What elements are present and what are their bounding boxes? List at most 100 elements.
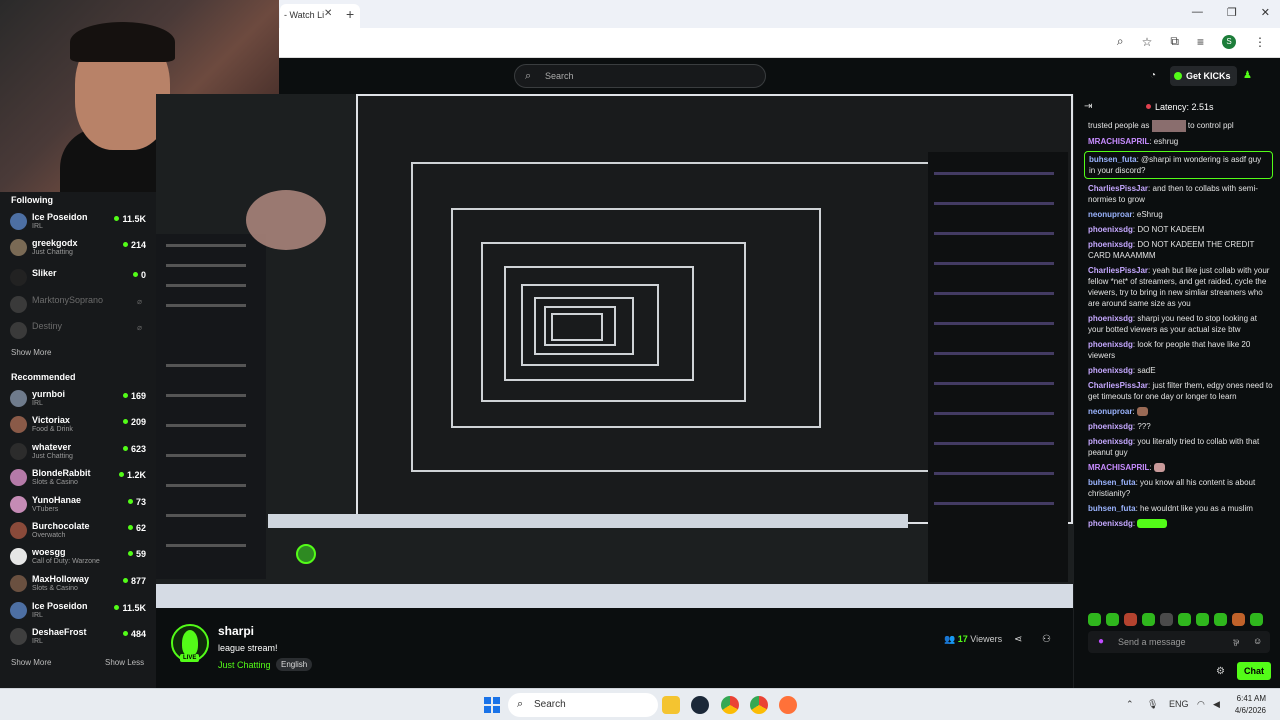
chat-username[interactable]: phoenixsdg	[1088, 225, 1133, 234]
search-input[interactable]: ⌕ Search	[514, 64, 766, 88]
language-tag[interactable]: English	[276, 658, 313, 671]
show-more-following-link[interactable]: Show More	[11, 348, 51, 357]
volume-icon[interactable]: ◀	[1213, 699, 1220, 710]
stream-title: league stream!	[218, 643, 278, 653]
chat-settings-gear-icon[interactable]: ⚙	[1216, 666, 1225, 677]
chat-username[interactable]: MRACHISAPRIL	[1088, 463, 1149, 472]
sidebar-item-following-offline[interactable]: Destiny ⌀	[8, 319, 148, 345]
chat-username[interactable]: CharliesPissJar	[1088, 381, 1148, 390]
new-tab-icon[interactable]: +	[346, 6, 354, 22]
tray-chevron-icon[interactable]: ⌃	[1126, 699, 1134, 710]
chrome-icon[interactable]	[721, 696, 739, 714]
sidebar-item-recommended[interactable]: Ice Poseidon IRL 11.5K	[8, 599, 148, 625]
video-player[interactable]	[156, 94, 1073, 608]
tab-close-icon[interactable]: ✕	[324, 8, 332, 19]
chat-username[interactable]: phoenixsdg	[1088, 240, 1133, 249]
follow-icon[interactable]: ⚇	[1042, 634, 1051, 645]
mic-icon[interactable]: ●	[1098, 636, 1104, 647]
chat-username[interactable]: buhsen_futa	[1089, 155, 1137, 164]
chat-username[interactable]: phoenixsdg	[1088, 519, 1133, 528]
media-icon[interactable]: ≡	[1197, 35, 1204, 49]
emote-icon[interactable]	[1106, 613, 1119, 626]
share-icon[interactable]: ⋖	[1014, 634, 1022, 645]
sidebar-item-recommended[interactable]: Victoriax Food & Drink 209	[8, 413, 148, 439]
latency-text: Latency: 2.51s	[1155, 102, 1214, 112]
sidebar-item-recommended[interactable]: YunoHanae VTubers 73	[8, 493, 148, 519]
emote-icon[interactable]	[1196, 613, 1209, 626]
wifi-icon[interactable]: ◠	[1197, 699, 1205, 710]
emoji-picker-icon[interactable]: ☺	[1253, 636, 1262, 646]
sidebar-item-following-offline[interactable]: MarktonySoprano ⌀	[8, 293, 148, 319]
message-text: : eShrug	[1132, 210, 1163, 219]
sidebar-item-recommended[interactable]: DeshaeFrost IRL 484	[8, 625, 148, 651]
emote-icon[interactable]	[1142, 613, 1155, 626]
category-link[interactable]: Just Chatting	[218, 660, 271, 670]
chat-username[interactable]: CharliesPissJar	[1088, 184, 1148, 193]
commands-icon[interactable]: ⅌	[1233, 636, 1239, 649]
chat-username[interactable]: phoenixsdg	[1088, 314, 1133, 323]
chat-username[interactable]: phoenixsdg	[1088, 422, 1133, 431]
video-blur-line	[934, 382, 1054, 385]
chrome-active-icon[interactable]	[750, 696, 768, 714]
profile-avatar[interactable]: S	[1222, 34, 1236, 49]
emote-icon[interactable]	[1250, 613, 1263, 626]
video-blur-line	[934, 352, 1054, 355]
chat-username[interactable]: phoenixsdg	[1088, 366, 1133, 375]
emote-icon[interactable]	[1124, 613, 1137, 626]
send-chat-button[interactable]: Chat	[1237, 662, 1271, 680]
get-kicks-button[interactable]: Get KICKs	[1170, 66, 1237, 86]
chat-username[interactable]: MRACHISAPRIL	[1088, 137, 1149, 146]
taskbar-search[interactable]: ⌕ Search	[508, 693, 658, 717]
close-window-icon[interactable]: ✕	[1261, 6, 1270, 19]
emote-icon[interactable]	[1232, 613, 1245, 626]
sidebar-item-following[interactable]: Ice Poseidon IRL 11.5K	[8, 210, 148, 236]
chat-username[interactable]: phoenixsdg	[1088, 340, 1133, 349]
sidebar-item-recommended[interactable]: whatever Just Chatting 623	[8, 440, 148, 466]
collapse-chat-icon[interactable]: ⇥	[1084, 101, 1092, 112]
chat-username[interactable]: buhsen_futa	[1088, 504, 1136, 513]
maximize-icon[interactable]: ❐	[1227, 6, 1237, 19]
emote-icon[interactable]	[1178, 613, 1191, 626]
steam-icon[interactable]	[691, 696, 709, 714]
chat-username[interactable]: neonuproar	[1088, 407, 1132, 416]
extensions-icon[interactable]: ⧉	[1170, 34, 1179, 49]
notifications-icon[interactable]: ◔	[1150, 70, 1156, 81]
sidebar-item-recommended[interactable]: yurnboi IRL 169	[8, 387, 148, 413]
sidebar-item-recommended[interactable]: woesgg Call of Duty: Warzone 59	[8, 545, 148, 571]
file-explorer-icon[interactable]	[662, 696, 680, 714]
emote-icon	[1153, 463, 1165, 473]
sidebar-item-following[interactable]: Sliker 0	[8, 266, 148, 292]
chat-username[interactable]: phoenixsdg	[1088, 437, 1133, 446]
firefox-icon[interactable]	[779, 696, 797, 714]
sidebar-item-recommended[interactable]: Burchocolate Overwatch 62	[8, 519, 148, 545]
browser-menu-icon[interactable]: ⋮	[1254, 35, 1266, 49]
chat-username[interactable]: buhsen_futa	[1088, 478, 1136, 487]
sidebar-item-recommended[interactable]: MaxHolloway Slots & Casino 877	[8, 572, 148, 598]
chat-username[interactable]: CharliesPissJar	[1088, 266, 1148, 275]
user-avatar-icon[interactable]: ♟	[1243, 70, 1252, 81]
minimize-icon[interactable]: —	[1192, 6, 1203, 19]
system-clock[interactable]: 6:41 AM 4/6/2026	[1234, 693, 1266, 717]
show-less-link[interactable]: Show Less	[105, 658, 144, 667]
sidebar-item-recommended[interactable]: BlondeRabbit Slots & Casino 1.2K	[8, 466, 148, 492]
bookmark-star-icon[interactable]: ☆	[1142, 35, 1153, 49]
microphone-icon[interactable]: 🎙	[1147, 699, 1158, 710]
show-more-recommended-link[interactable]: Show More	[11, 658, 51, 667]
live-dot-icon	[122, 578, 128, 583]
emote-icon[interactable]	[1088, 613, 1101, 626]
chat-username[interactable]: neonuproar	[1088, 210, 1132, 219]
chat-input[interactable]: ● Send a message ⅌ ☺	[1088, 631, 1270, 653]
emote-icon[interactable]	[1214, 613, 1227, 626]
video-blur-line	[934, 262, 1054, 265]
viewer-count: 877	[122, 576, 146, 586]
emote-icon[interactable]	[1160, 613, 1173, 626]
zoom-icon[interactable]: ⌕	[1117, 34, 1124, 49]
language-indicator[interactable]: ENG	[1169, 699, 1189, 709]
sidebar-item-following[interactable]: greekgodx Just Chatting 214	[8, 236, 148, 262]
streamer-name[interactable]: sharpi	[218, 624, 254, 638]
avatar	[10, 322, 27, 339]
video-blur-line	[166, 364, 246, 367]
live-dot-icon	[127, 499, 133, 504]
chat-panel: ⇥ Latency: 2.51s trusted people as to co…	[1073, 94, 1280, 688]
windows-start-icon[interactable]	[484, 697, 500, 713]
